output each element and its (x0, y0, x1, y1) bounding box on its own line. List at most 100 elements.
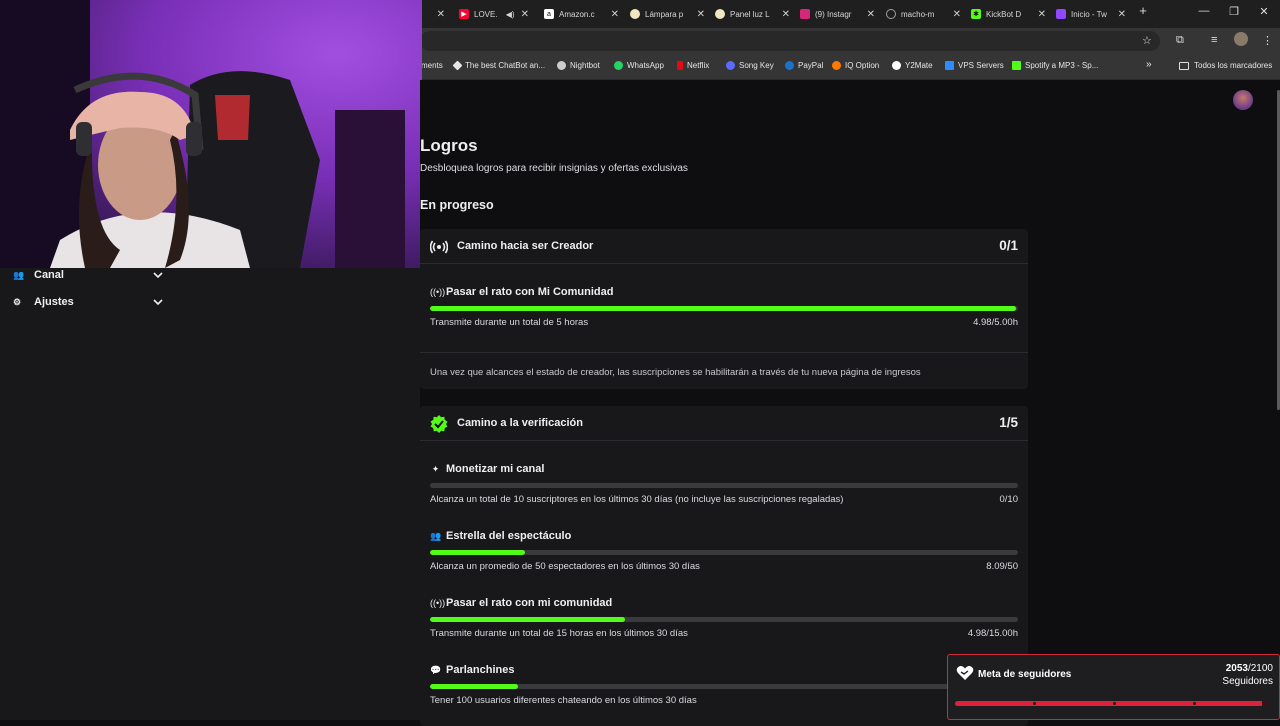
broadcast-icon: ((•)) (430, 598, 446, 608)
bookmark-label: The best ChatBot an... (465, 61, 546, 70)
close-tab-icon[interactable]: ✕ (782, 9, 790, 20)
lamp-icon (630, 9, 640, 19)
close-tab-icon[interactable]: ✕ (1038, 9, 1046, 20)
chevron-down-icon (153, 299, 163, 306)
new-tab-icon[interactable]: + (1134, 3, 1152, 18)
card-header[interactable]: Camino hacia ser Creador 0/1 (420, 229, 1028, 264)
goal-milestone-marker (1113, 702, 1116, 705)
twitch-icon (1056, 9, 1066, 19)
card-count: 0/1 (999, 238, 1018, 253)
tab-title: Amazon.c (559, 9, 595, 19)
browser-tab[interactable]: ▶ LOVE. ◀) ✕ (459, 4, 529, 24)
browser-tab[interactable]: macho-m ✕ (886, 4, 961, 24)
close-tab-icon[interactable]: ✕ (867, 9, 875, 20)
goal-milestone-marker (1193, 702, 1196, 705)
close-tab-icon[interactable]: ✕ (437, 9, 445, 20)
bookmark-item[interactable]: Nightbot (557, 61, 600, 70)
all-bookmarks-folder[interactable]: Todos los marcadores (1179, 61, 1272, 70)
achievement-description: Alcanza un total de 10 suscriptores en l… (430, 494, 844, 505)
songkey-icon (726, 61, 735, 70)
achievement-description: Transmite durante un total de 5 horas (430, 317, 589, 328)
achievement-description: Tener 100 usuarios diferentes chateando … (430, 695, 697, 706)
browser-tab[interactable]: Panel luz L ✕ (715, 4, 790, 24)
card-header[interactable]: Camino a la verificación 1/5 (420, 406, 1028, 441)
bookmark-item[interactable]: Netflix (677, 61, 709, 70)
bookmark-label: IQ Option (845, 61, 880, 70)
divider (420, 352, 1028, 353)
restore-icon[interactable]: ❐ (1225, 5, 1243, 18)
browser-tab[interactable]: a Amazon.c ✕ (544, 4, 619, 24)
achievement-value: 4.98/5.00h (973, 317, 1018, 328)
more-bookmarks-icon[interactable]: » (1146, 59, 1152, 70)
bookmark-item[interactable]: ments (421, 61, 443, 70)
close-tab-icon[interactable]: ✕ (697, 9, 705, 20)
achievement-group-card: Camino a la verificación 1/5 ✦ Monetizar… (420, 406, 1028, 726)
bookmark-item[interactable]: Song Key (726, 61, 774, 70)
card-title: Camino hacia ser Creador (457, 240, 594, 252)
spotify-mp3-icon (1012, 61, 1021, 70)
progress-track (430, 483, 1018, 488)
heart-handshake-icon (956, 666, 974, 680)
minimize-icon[interactable]: — (1195, 5, 1213, 17)
user-avatar[interactable] (1233, 90, 1253, 110)
bookmark-label: Nightbot (570, 61, 600, 70)
close-tab-icon[interactable]: ✕ (521, 9, 529, 20)
tab-title: Inicio - Tw (1071, 9, 1107, 19)
bookmark-item[interactable]: VPS Servers (945, 61, 1004, 70)
users-icon: 👥 (430, 531, 442, 541)
goal-unit: Seguidores (1222, 676, 1273, 687)
y2mate-icon (892, 61, 901, 70)
achievement-description: Transmite durante un total de 15 horas e… (430, 628, 688, 639)
speaker-icon[interactable]: ◀) (506, 10, 515, 19)
browser-tab[interactable]: (9) Instagr ✕ (800, 4, 875, 24)
progress-fill (430, 550, 526, 555)
vps-icon (945, 61, 954, 70)
settings-gear-icon: ⚙ (13, 296, 22, 307)
broadcast-icon: ((•)) (430, 287, 446, 297)
bookmark-item[interactable]: WhatsApp (614, 61, 664, 70)
bookmark-label: Spotify a MP3 - Sp... (1025, 61, 1099, 70)
page-title: Logros (420, 136, 478, 155)
browser-menu-icon[interactable]: ⋮ (1262, 34, 1273, 47)
webcam-feed-image (0, 0, 405, 268)
follower-goal-widget: Meta de seguidores 2053/2100 Seguidores (947, 654, 1280, 720)
profile-avatar-icon[interactable] (1234, 32, 1248, 46)
close-window-icon[interactable]: ✕ (1255, 5, 1273, 18)
channel-icon: 👥 (13, 269, 25, 280)
bookmark-item[interactable]: PayPal (785, 61, 823, 70)
webcam-overlay (0, 0, 422, 268)
sparkle-icon: ✦ (431, 464, 440, 474)
address-bar[interactable] (420, 31, 1160, 51)
progress-fill (430, 617, 626, 622)
bookmark-label: PayPal (798, 61, 824, 70)
close-tab-icon[interactable]: ✕ (611, 9, 619, 20)
sidebar-item-ajustes[interactable]: ⚙ Ajustes (13, 291, 163, 313)
sidebar-item-label: Ajustes (34, 296, 74, 308)
bookmark-item[interactable]: The best ChatBot an... (452, 60, 546, 71)
media-control-icon[interactable]: ≡ (1211, 34, 1217, 46)
tab-title: LOVE. (474, 9, 498, 19)
star-bookmark-icon[interactable]: ☆ (1142, 34, 1152, 47)
verified-badge-icon (430, 415, 448, 433)
chevron-down-icon (153, 272, 163, 279)
browser-tab[interactable]: ✕ (423, 4, 445, 24)
achievement-title: Monetizar mi canal (446, 463, 545, 475)
tab-title: macho-m (901, 9, 935, 19)
browser-tab[interactable]: Inicio - Tw ✕ (1056, 4, 1126, 24)
bookmark-item[interactable]: IQ Option (832, 61, 879, 70)
bookmark-item[interactable]: Spotify a MP3 - Sp... (1012, 61, 1098, 70)
folder-icon (1179, 61, 1189, 70)
bookmark-label: Netflix (687, 61, 710, 70)
browser-tab[interactable]: Lámpara p ✕ (630, 4, 705, 24)
close-tab-icon[interactable]: ✕ (953, 9, 961, 20)
achievement-title: Pasar el rato con mi comunidad (446, 597, 613, 609)
card-count: 1/5 (999, 415, 1018, 430)
page-subtitle: Desbloquea logros para recibir insignias… (420, 163, 688, 174)
tab-title: (9) Instagr (815, 9, 852, 19)
close-tab-icon[interactable]: ✕ (1118, 9, 1126, 20)
goal-progress-fill (955, 701, 1262, 706)
bookmark-item[interactable]: Y2Mate (892, 61, 933, 70)
browser-tab[interactable]: ✱ KickBot D ✕ (971, 4, 1046, 24)
nightbot-icon (557, 61, 566, 70)
extensions-icon[interactable]: ⧉ (1176, 34, 1184, 47)
